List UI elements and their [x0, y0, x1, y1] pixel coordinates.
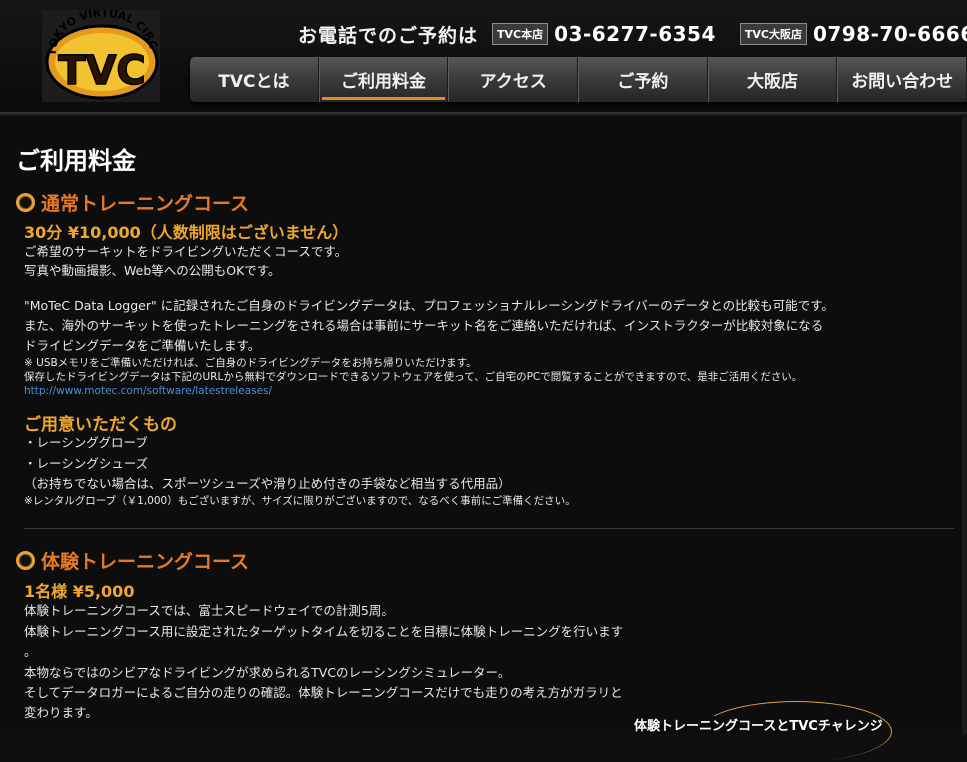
section-divider [24, 528, 954, 529]
trial-course-heading: 体験トレーニングコース [16, 547, 249, 574]
phone-tag-osaka: TVC大阪店 [739, 23, 807, 45]
ring-bullet-icon [16, 193, 35, 212]
phone-number-main[interactable]: 03-6277-6354 [554, 22, 716, 46]
page-title: ご利用料金 [16, 147, 136, 175]
prep-item-shoes: ・レーシングシューズ [24, 456, 149, 471]
motec-download-link[interactable]: http://www.motec.com/software/latestrele… [24, 385, 272, 397]
motec-text-1: "MoTeC Data Logger" に記録されたご自身のドライビングデータは… [24, 298, 834, 313]
normal-course-price: 30分 ¥10,000（人数制限はございません） [24, 223, 349, 242]
phone-tag-main: TVC本店 [492, 23, 549, 45]
normal-course-desc-1: ご希望のサーキットをドライビングいただくコースです。 [24, 244, 348, 259]
phone-number-osaka[interactable]: 0798-70-6666 [813, 22, 967, 46]
nav-item-contact[interactable]: お問い合わせ [837, 57, 967, 102]
prep-item-gloves: ・レーシンググローブ [24, 435, 148, 450]
logo-graphic: TOKYO VIRTUAL CIRCUIT TVC [42, 10, 160, 100]
ring-bullet-icon [16, 551, 35, 570]
normal-course-heading: 通常トレーニングコース [16, 189, 249, 216]
logo-main-text: TVC [58, 48, 146, 94]
motec-text-3: ドライビングデータをご準備いたします。 [24, 338, 261, 353]
main-nav: TVCとは ご利用料金 アクセス ご予約 大阪店 お問い合わせ [190, 57, 967, 102]
phone-contact-row: お電話でのご予約は TVC本店 03-6277-6354 TVC大阪店 0798… [298, 20, 967, 48]
trial-course-desc-1: 体験トレーニングコースでは、富士スピードウェイでの計測5周。 [24, 603, 394, 618]
nav-item-about[interactable]: TVCとは [190, 57, 319, 102]
trial-course-desc-6: 変わります。 [24, 705, 98, 720]
challenge-bubble-text[interactable]: 体験トレーニングコースとTVCチャレンジ [634, 715, 883, 734]
prep-items-title: ご用意いただくもの [24, 415, 177, 435]
normal-course-title: 通常トレーニングコース [41, 193, 250, 215]
normal-course-desc-2: 写真や動画撮影、Web等への公開もOKです。 [24, 263, 281, 278]
nav-item-reservation[interactable]: ご予約 [578, 57, 708, 102]
trial-course-desc-4: 本物ならではのシビアなドライビングが求められるTVCのレーシングシミュレーター。 [24, 665, 511, 680]
nav-item-access[interactable]: アクセス [448, 57, 579, 102]
trial-course-title: 体験トレーニングコース [41, 551, 250, 573]
nav-item-osaka[interactable]: 大阪店 [707, 57, 838, 102]
trial-course-desc-2: 体験トレーニングコース用に設定されたターゲットタイムを切ることを目標に体験トレー… [24, 624, 624, 639]
motec-text-2: また、海外のサーキットを使ったトレーニングをされる場合は事前にサーキット名をご連… [24, 318, 824, 333]
site-header: TOKYO VIRTUAL CIRCUIT TVC お電話でのご予約は TVC本… [0, 0, 967, 112]
rental-glove-note: ※レンタルグローブ（￥1,000）もございますが、サイズに限りがございますので、… [24, 495, 576, 507]
header-divider [0, 112, 967, 116]
trial-course-desc-3: 。 [24, 644, 37, 659]
phone-lead-text: お電話でのご予約は [298, 24, 479, 47]
software-note: 保存したドライビングデータは下記のURLから無料でダウンロードできるソフトウェア… [24, 371, 803, 383]
usb-note: ※ USBメモリをご準備いただければ、ご自身のドライビングデータをお持ち帰りいた… [24, 357, 477, 369]
trial-course-price: 1名様 ¥5,000 [24, 582, 135, 601]
trial-course-desc-5: そしてデータロガーによるご自分の走りの確認。体験トレーニングコースだけでも走りの… [24, 685, 623, 700]
main-content: ご利用料金 通常トレーニングコース 30分 ¥10,000（人数制限はございませ… [0, 117, 967, 762]
nav-item-pricing[interactable]: ご利用料金 [318, 57, 449, 102]
tvc-logo[interactable]: TOKYO VIRTUAL CIRCUIT TVC [42, 10, 160, 102]
prep-item-alternative: （お持ちでない場合は、スポーツシューズや滑り止め付きの手袋など相当する代用品） [24, 476, 511, 491]
